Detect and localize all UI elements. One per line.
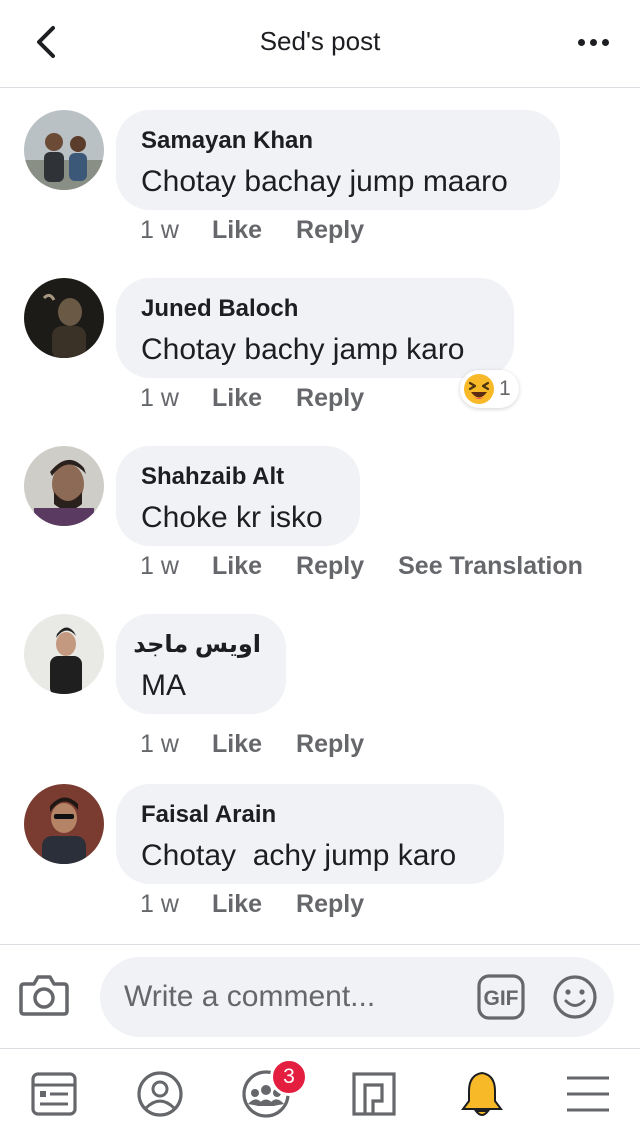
comment-actions: 1 w Like Reply — [140, 382, 398, 414]
comment-author[interactable]: Samayan Khan — [141, 126, 535, 156]
comment-text: Choke kr isko — [141, 501, 323, 534]
like-button[interactable]: Like — [212, 216, 262, 245]
comment-bubble[interactable]: Juned Baloch Chotay bachy jamp karo — [116, 278, 514, 378]
like-button[interactable]: Like — [212, 552, 262, 581]
comment-author[interactable]: Faisal Arain — [141, 800, 479, 830]
tab-profile[interactable] — [128, 1063, 192, 1125]
comment-author[interactable]: Juned Baloch — [141, 294, 489, 324]
comment-time[interactable]: 1 w — [140, 384, 212, 413]
tab-news-feed[interactable] — [22, 1063, 86, 1125]
like-button[interactable]: Like — [212, 730, 262, 759]
comment-text: Chotay bachy jamp karo — [141, 333, 465, 366]
groups-notification-badge: 3 — [270, 1058, 308, 1096]
reply-button[interactable]: Reply — [296, 730, 364, 759]
comment-actions: 1 w Like Reply See Translation — [140, 550, 617, 582]
menu-icon — [567, 1076, 609, 1112]
comment-bubble[interactable]: Samayan Khan Chotay bachay jump maaro — [116, 110, 560, 210]
avatar[interactable] — [24, 110, 104, 190]
laughing-emoji-icon — [464, 374, 494, 404]
more-options-button[interactable] — [568, 20, 618, 64]
reply-button[interactable]: Reply — [296, 552, 364, 581]
like-button[interactable]: Like — [212, 384, 262, 413]
pages-icon — [352, 1072, 396, 1116]
gif-icon: GIF — [477, 974, 525, 1020]
comment-time[interactable]: 1 w — [140, 730, 212, 759]
comment-time[interactable]: 1 w — [140, 216, 212, 245]
avatar[interactable] — [24, 446, 104, 526]
tab-notifications[interactable] — [450, 1063, 514, 1125]
see-translation-button[interactable]: See Translation — [398, 552, 583, 581]
comment-author[interactable]: Shahzaib Alt — [141, 462, 335, 492]
bottom-tab-bar: 3 — [0, 1048, 640, 1136]
reply-button[interactable]: Reply — [296, 890, 364, 919]
news-feed-icon — [31, 1072, 77, 1116]
avatar[interactable] — [24, 278, 104, 358]
profile-icon — [137, 1071, 183, 1117]
smiley-icon — [553, 975, 597, 1019]
gif-label: GIF — [484, 987, 519, 1010]
tab-pages[interactable] — [342, 1063, 406, 1125]
comment-text: Chotay achy jump karo — [141, 839, 457, 872]
comment-time[interactable]: 1 w — [140, 890, 212, 919]
camera-icon — [19, 975, 69, 1016]
comment-actions: 1 w Like Reply — [140, 888, 398, 920]
page-title: Sed's post — [259, 26, 381, 56]
more-dots-icon — [577, 38, 585, 46]
comment-actions: 1 w Like Reply — [140, 728, 398, 760]
notifications-bell-icon — [461, 1071, 503, 1116]
comment-actions: 1 w Like Reply — [140, 214, 398, 246]
comment-input[interactable] — [124, 971, 464, 1023]
comment-composer: GIF — [0, 944, 640, 1048]
avatar[interactable] — [24, 784, 104, 864]
more-dot — [589, 38, 597, 46]
comment-text: MA — [141, 669, 186, 702]
camera-button[interactable] — [14, 967, 74, 1023]
top-bar: Sed's post — [0, 0, 640, 88]
comment-list: Samayan Khan Chotay bachay jump maaro 1 … — [0, 88, 640, 944]
reply-button[interactable]: Reply — [296, 216, 364, 245]
like-button[interactable]: Like — [212, 890, 262, 919]
comment-text: Chotay bachay jump maaro — [141, 165, 508, 198]
emoji-button[interactable] — [550, 973, 600, 1021]
comment-bubble[interactable]: Shahzaib Alt Choke kr isko — [116, 446, 360, 546]
gif-button[interactable]: GIF — [476, 973, 526, 1021]
comment-bubble[interactable]: Faisal Arain Chotay achy jump karo — [116, 784, 504, 884]
reaction-count: 1 — [499, 377, 511, 400]
comment-bubble[interactable]: اویس ماجد MA — [116, 614, 286, 714]
more-dot — [601, 38, 609, 46]
tab-menu[interactable] — [556, 1063, 620, 1125]
comment-input-wrapper: GIF — [100, 957, 614, 1037]
avatar[interactable] — [24, 614, 104, 694]
comment-author[interactable]: اویس ماجد — [133, 630, 261, 660]
comment-time[interactable]: 1 w — [140, 552, 212, 581]
reaction-summary[interactable]: 1 — [460, 370, 519, 408]
reply-button[interactable]: Reply — [296, 384, 364, 413]
